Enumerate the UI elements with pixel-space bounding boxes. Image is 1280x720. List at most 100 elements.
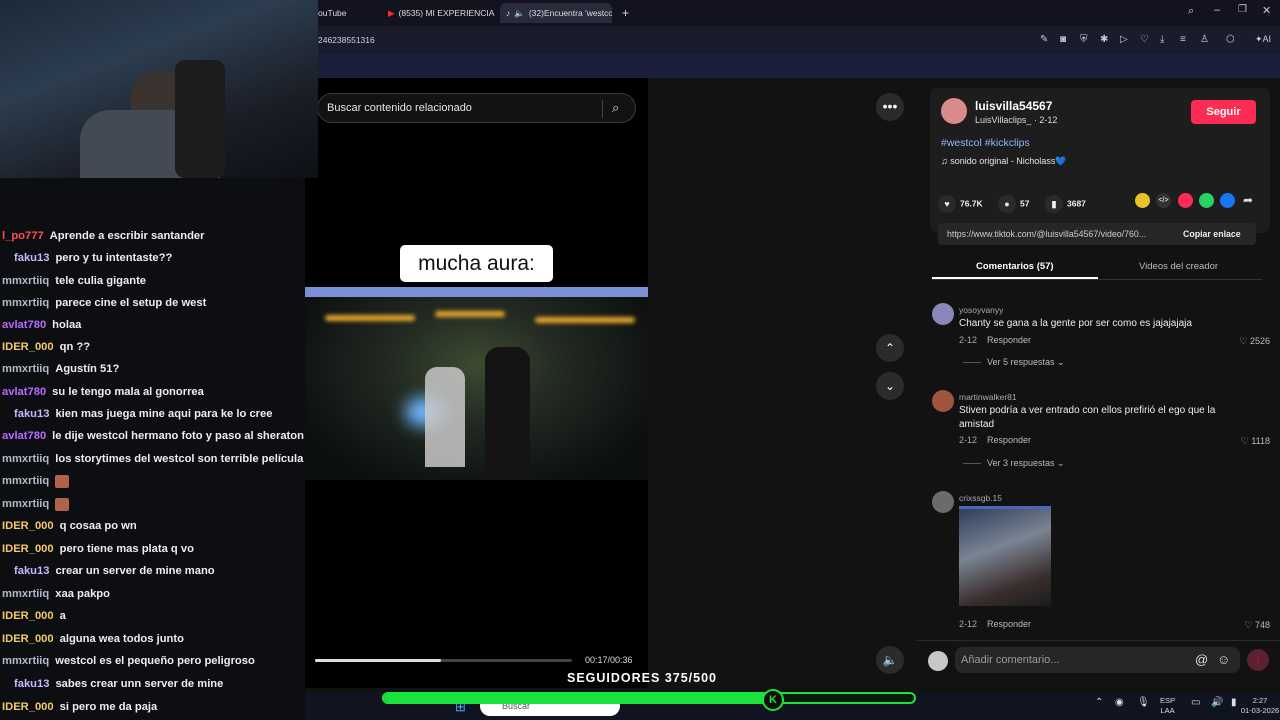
- chat-username[interactable]: IDER_000: [2, 341, 54, 353]
- embed-icon[interactable]: </>: [1156, 193, 1171, 208]
- comment-username[interactable]: crixssgb.15: [959, 493, 1002, 503]
- chat-text: alguna wea todos junto: [59, 633, 184, 645]
- comment-username[interactable]: yosoyvanyy: [959, 305, 1003, 315]
- copy-link-button[interactable]: Copiar enlace: [1183, 229, 1241, 239]
- chat-message: mmxrtiiq westcol es el pequeño pero pelig…: [2, 655, 255, 667]
- chat-username[interactable]: IDER_000: [2, 520, 54, 532]
- share-link-text[interactable]: https://www.tiktok.com/@luisvilla54567/v…: [947, 229, 1146, 239]
- chat-username[interactable]: faku13: [14, 678, 49, 690]
- comment-input[interactable]: Añadir comentario... @ ☺: [955, 647, 1240, 673]
- emoji-icon[interactable]: ☺: [1217, 652, 1230, 667]
- tab-youtube-video[interactable]: ▶(8535) MI EXPERIENCIA EN: [382, 3, 497, 23]
- tab-creator-videos[interactable]: Videos del creador: [1139, 261, 1218, 272]
- cube-icon[interactable]: ⬡: [1226, 34, 1235, 45]
- profile-icon[interactable]: ♙: [1200, 34, 1209, 45]
- hashtags[interactable]: #westcol #kickclips: [941, 137, 1030, 149]
- chat-username[interactable]: mmxrtiiq: [2, 363, 49, 375]
- related-search-input[interactable]: Buscar contenido relacionado ⌕: [317, 93, 636, 123]
- maximize-button[interactable]: ❐: [1238, 4, 1247, 15]
- view-replies-button[interactable]: Ver 3 respuestas ⌄: [963, 458, 1065, 469]
- shield-icon[interactable]: ⛨: [1080, 34, 1088, 45]
- comment-avatar[interactable]: [932, 303, 954, 325]
- follow-button[interactable]: Seguir: [1191, 100, 1256, 124]
- comment-like[interactable]: ♡ 2526: [1239, 336, 1270, 347]
- chat-username[interactable]: mmxrtiiq: [2, 498, 49, 510]
- download-icon[interactable]: ⤓: [1160, 34, 1164, 45]
- next-video-button[interactable]: ⌄: [876, 372, 904, 400]
- tray-chevron-icon[interactable]: ⌃: [1095, 698, 1103, 708]
- chat-message: mmxrtiiq xaa pakpo: [2, 588, 110, 600]
- previous-video-button[interactable]: ⌃: [876, 334, 904, 362]
- extension-icon[interactable]: ✱: [1100, 34, 1108, 45]
- menu-icon[interactable]: ≡: [1180, 34, 1186, 45]
- minimize-button[interactable]: –: [1214, 4, 1220, 16]
- network-icon[interactable]: ▭: [1191, 698, 1200, 708]
- more-options-button[interactable]: •••: [876, 93, 904, 121]
- sound-row[interactable]: ♫ sonido original - Nicholass💙: [941, 156, 1067, 167]
- comment-like[interactable]: ♡ 1118: [1241, 436, 1270, 447]
- chat-username[interactable]: IDER_000: [2, 543, 54, 555]
- chat-username[interactable]: mmxrtiiq: [2, 297, 49, 309]
- share-link-box[interactable]: https://www.tiktok.com/@luisvilla54567/v…: [938, 223, 1256, 245]
- chat-username[interactable]: avlat780: [2, 430, 46, 442]
- whatsapp-icon[interactable]: [1199, 193, 1214, 208]
- video-frame[interactable]: [305, 287, 648, 480]
- edit-icon[interactable]: ✎: [1040, 34, 1048, 45]
- reply-button[interactable]: Responder: [987, 335, 1031, 345]
- reply-button[interactable]: Responder: [987, 435, 1031, 445]
- video-caption: mucha aura:: [400, 245, 553, 282]
- chat-username[interactable]: avlat780: [2, 319, 46, 331]
- camera-icon[interactable]: ◙: [1060, 34, 1066, 45]
- close-button[interactable]: ✕: [1262, 4, 1271, 17]
- chat-username[interactable]: IDER_000: [2, 701, 54, 713]
- comment-username[interactable]: martinwalker81: [959, 392, 1017, 402]
- send-icon[interactable]: [1178, 193, 1193, 208]
- tab-comments[interactable]: Comentarios (57): [976, 261, 1054, 272]
- chat-username[interactable]: mmxrtiiq: [2, 453, 49, 465]
- comment-meta: 2-12 Responder: [959, 619, 1031, 629]
- comment-like[interactable]: ♡ 748: [1244, 620, 1270, 631]
- microphone-icon[interactable]: 🎙: [1137, 698, 1150, 708]
- language-indicator[interactable]: ESP LAA: [1160, 696, 1175, 716]
- tab-youtube[interactable]: ouTube: [312, 3, 378, 23]
- view-replies-button[interactable]: Ver 5 respuestas ⌄: [963, 357, 1065, 368]
- chat-username[interactable]: faku13: [14, 252, 49, 264]
- mention-icon[interactable]: @: [1195, 652, 1208, 667]
- chat-username[interactable]: faku13: [14, 408, 49, 420]
- chat-username[interactable]: IDER_000: [2, 610, 54, 622]
- chat-username[interactable]: l_po777: [2, 230, 44, 242]
- heart-icon[interactable]: ♡: [1140, 34, 1149, 45]
- save-stat[interactable]: ▮ 3687: [1045, 195, 1086, 213]
- tab-tiktok[interactable]: ♪ 🔈 (32)Encuentra 'westco: [500, 3, 612, 23]
- post-comment-button[interactable]: ↑: [1247, 649, 1269, 671]
- comment-avatar[interactable]: [932, 491, 954, 513]
- search-tabs-icon[interactable]: ⌕: [1188, 5, 1194, 18]
- reply-button[interactable]: Responder: [987, 619, 1031, 629]
- ai-button[interactable]: ✦AI: [1255, 34, 1271, 45]
- video-progress-bar[interactable]: [315, 659, 572, 662]
- volume-button[interactable]: 🔈: [876, 646, 904, 674]
- volume-icon[interactable]: 🔊: [1211, 698, 1223, 708]
- creator-avatar[interactable]: [941, 98, 967, 124]
- chat-username[interactable]: IDER_000: [2, 633, 54, 645]
- clock[interactable]: 2:27 01-03-2026: [1235, 696, 1280, 716]
- search-icon[interactable]: ⌕: [612, 100, 619, 116]
- chat-username[interactable]: mmxrtiiq: [2, 588, 49, 600]
- comment-image[interactable]: [959, 506, 1051, 606]
- share-arrow-icon[interactable]: ➦: [1243, 193, 1253, 207]
- repost-icon[interactable]: [1135, 193, 1150, 208]
- play-icon[interactable]: ▷: [1120, 34, 1128, 45]
- new-tab-button[interactable]: +: [616, 3, 632, 23]
- comment-avatar[interactable]: [932, 390, 954, 412]
- chat-username[interactable]: mmxrtiiq: [2, 275, 49, 287]
- like-stat[interactable]: ♥ 76.7K: [938, 195, 983, 213]
- tray-app-icon[interactable]: ◉: [1115, 698, 1124, 708]
- creator-username[interactable]: luisvilla54567: [975, 99, 1052, 113]
- chat-username[interactable]: avlat780: [2, 386, 46, 398]
- comment-stat[interactable]: ● 57: [998, 195, 1029, 213]
- chat-username[interactable]: mmxrtiiq: [2, 655, 49, 667]
- chat-username[interactable]: mmxrtiiq: [2, 475, 49, 487]
- chat-username[interactable]: faku13: [14, 565, 49, 577]
- facebook-icon[interactable]: [1220, 193, 1235, 208]
- url-text[interactable]: 246238551316: [318, 35, 375, 45]
